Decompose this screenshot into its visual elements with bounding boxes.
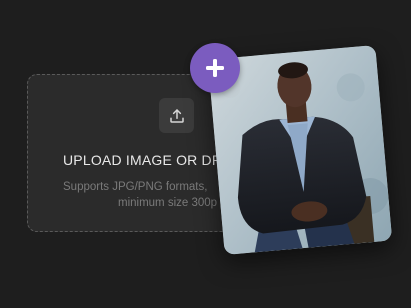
upload-button[interactable] xyxy=(159,98,194,133)
upload-stage: UPLOAD IMAGE OR DRA Supports JPG/PNG for… xyxy=(0,0,411,308)
upload-icon xyxy=(169,108,184,123)
add-image-button[interactable] xyxy=(190,43,240,93)
dropzone-title: UPLOAD IMAGE OR DRA xyxy=(63,152,232,168)
plus-icon xyxy=(206,59,224,77)
